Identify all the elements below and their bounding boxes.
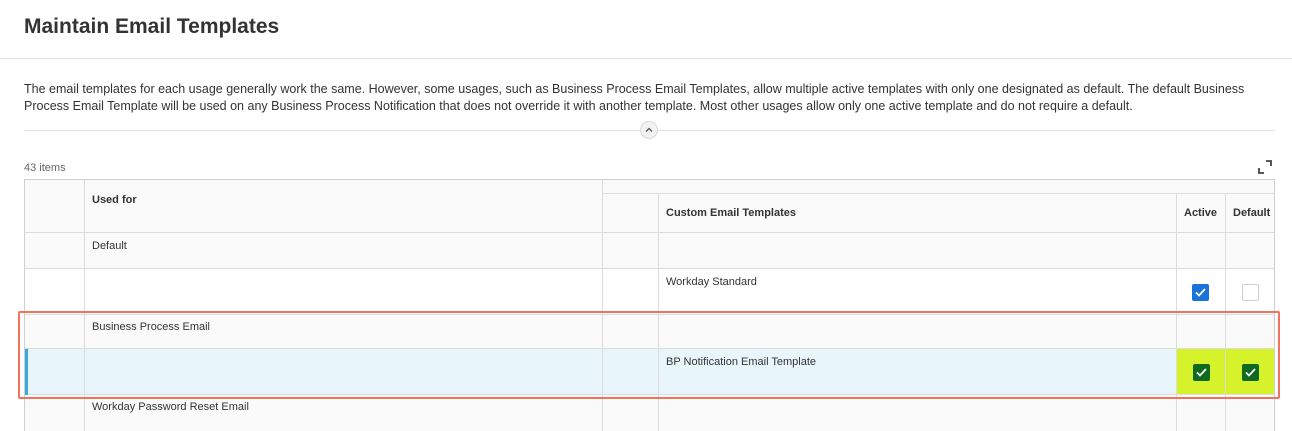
default-cell xyxy=(1226,233,1274,269)
title-divider xyxy=(0,58,1292,59)
template-cell xyxy=(659,315,1177,349)
column-header-default[interactable]: Default xyxy=(1226,194,1274,233)
default-checkbox[interactable] xyxy=(1242,364,1259,381)
row-number-cell xyxy=(25,233,85,269)
column-header-used-for[interactable]: Used for xyxy=(85,180,603,233)
row-number-cell xyxy=(603,269,659,315)
row-number-cell xyxy=(25,395,85,431)
used-for-cell xyxy=(85,269,603,315)
expand-icon[interactable] xyxy=(1258,160,1272,174)
selected-row-indicator xyxy=(25,349,28,395)
used-for-cell: Workday Password Reset Email xyxy=(85,395,603,431)
row-number-cell xyxy=(603,395,659,431)
row-number-cell xyxy=(25,269,85,315)
template-cell xyxy=(659,233,1177,269)
check-icon xyxy=(1195,288,1206,297)
active-cell xyxy=(1177,349,1226,395)
row-number-cell xyxy=(603,233,659,269)
default-cell xyxy=(1226,349,1274,395)
used-for-cell: Default xyxy=(85,233,603,269)
email-templates-grid: Used for Custom Email Templates Active D… xyxy=(24,179,1275,431)
subheader-row-number xyxy=(603,194,659,233)
active-cell xyxy=(1177,315,1226,349)
row-number-cell xyxy=(603,349,659,395)
collapse-description-button[interactable] xyxy=(640,121,658,139)
template-cell xyxy=(659,395,1177,431)
active-cell xyxy=(1177,233,1226,269)
active-cell xyxy=(1177,395,1226,431)
default-cell xyxy=(1226,315,1274,349)
check-icon xyxy=(1245,368,1256,377)
column-group-header xyxy=(603,180,1274,194)
default-cell xyxy=(1226,395,1274,431)
active-checkbox[interactable] xyxy=(1193,364,1210,381)
page-title: Maintain Email Templates xyxy=(24,15,280,38)
chevron-up-icon xyxy=(645,127,653,132)
used-for-cell xyxy=(85,349,603,395)
row-number-cell xyxy=(603,315,659,349)
column-header-active[interactable]: Active xyxy=(1177,194,1226,233)
row-number-cell xyxy=(25,315,85,349)
header-row-number xyxy=(25,180,85,233)
check-icon xyxy=(1196,368,1207,377)
template-cell[interactable]: BP Notification Email Template xyxy=(659,349,1177,395)
column-header-custom-templates[interactable]: Custom Email Templates xyxy=(659,194,1177,233)
item-count: 43 items xyxy=(24,162,66,174)
used-for-cell: Business Process Email xyxy=(85,315,603,349)
page-description: The email templates for each usage gener… xyxy=(24,82,1245,113)
default-cell xyxy=(1226,269,1274,315)
active-checkbox[interactable] xyxy=(1192,284,1209,301)
row-number-cell xyxy=(25,349,85,395)
template-cell[interactable]: Workday Standard xyxy=(659,269,1177,315)
default-checkbox[interactable] xyxy=(1242,284,1259,301)
active-cell xyxy=(1177,269,1226,315)
